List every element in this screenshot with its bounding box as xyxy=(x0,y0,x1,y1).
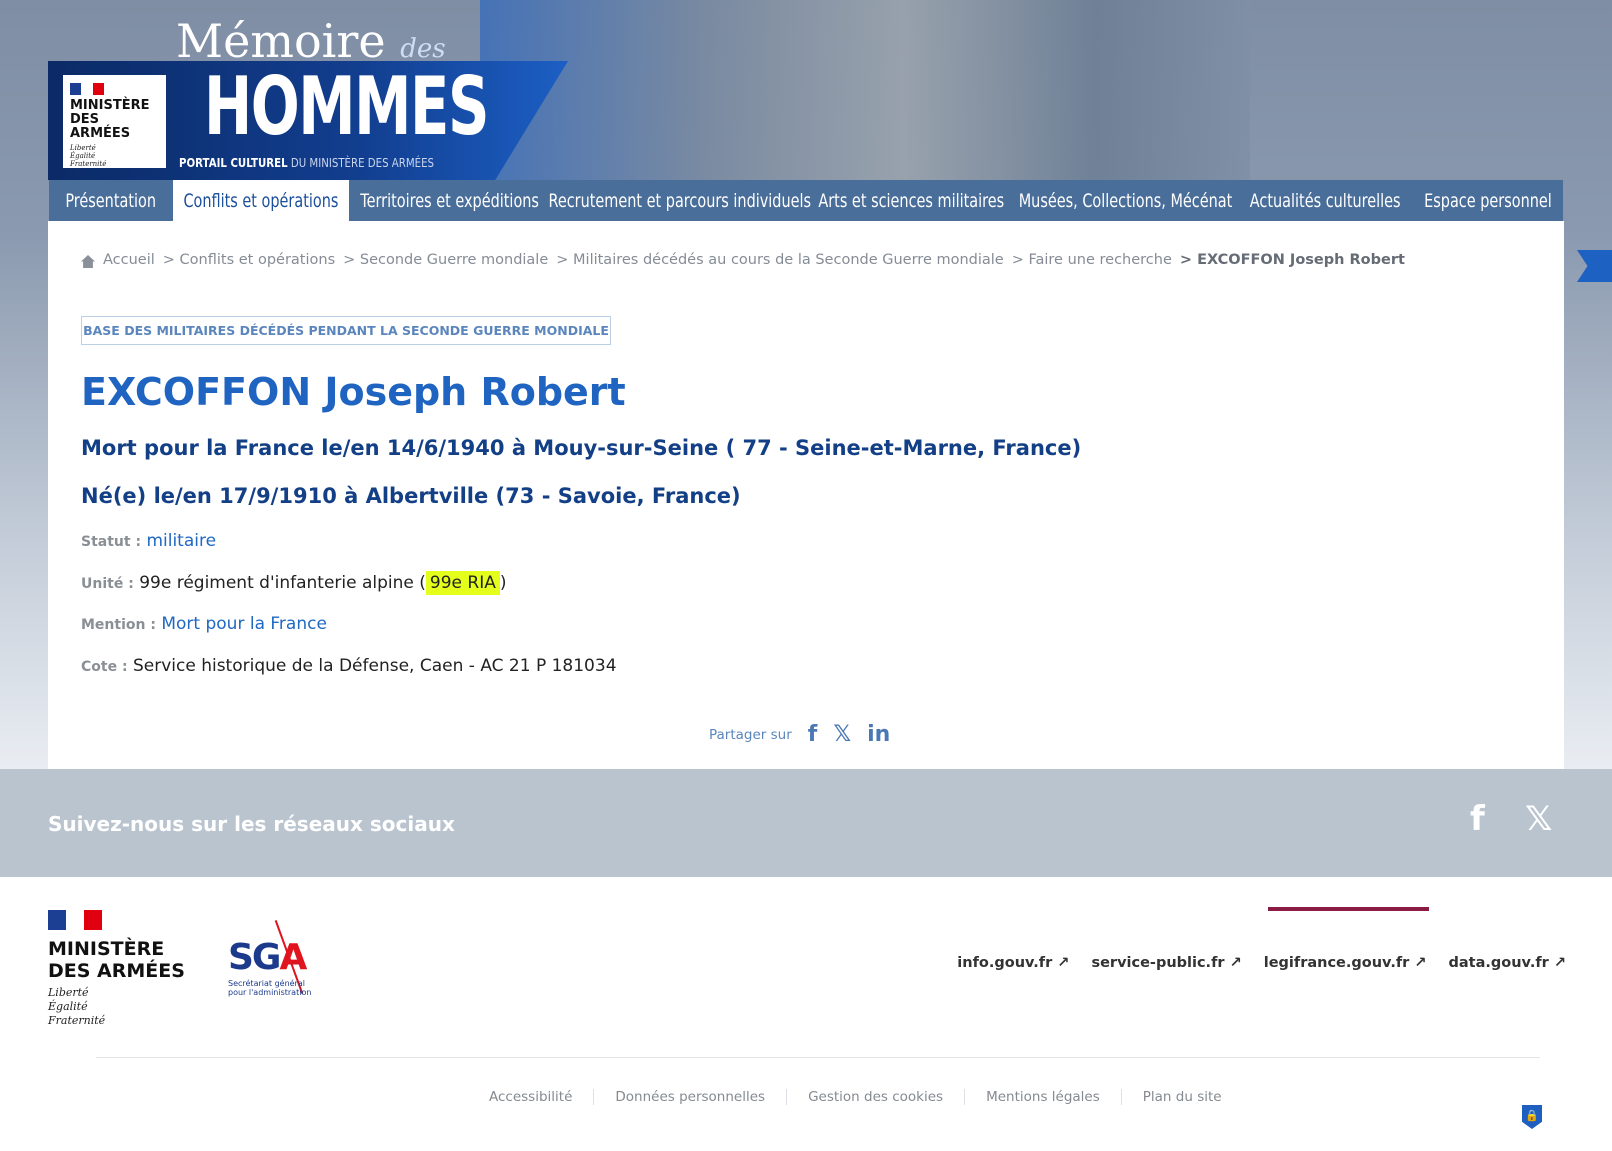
link-accessibilite[interactable]: Accessibilité xyxy=(468,1089,593,1105)
death-info: Mort pour la France le/en 14/6/1940 à Mo… xyxy=(81,436,1082,460)
footer-facebook-icon[interactable]: f xyxy=(1470,799,1485,839)
link-data-gouv[interactable]: data.gouv.fr ↗ xyxy=(1449,955,1567,971)
french-flag-icon xyxy=(48,910,102,930)
nav-presentation[interactable]: Présentation xyxy=(49,180,173,221)
nav-territoires[interactable]: Territoires et expéditions xyxy=(349,180,550,221)
link-service-public[interactable]: service-public.fr ↗ xyxy=(1091,955,1241,971)
breadcrumb-conflits[interactable]: > Conflits et opérations xyxy=(163,252,335,268)
tagline: PORTAIL CULTUREL DU MINISTÈRE DES ARMÉES xyxy=(179,156,435,170)
nav-musees[interactable]: Musées, Collections, Mécénat xyxy=(1013,180,1237,221)
link-legifrance[interactable]: legifrance.gouv.fr ↗ xyxy=(1264,955,1427,971)
ministry-name: MINISTÈRE DES ARMÉES xyxy=(70,98,150,141)
external-links: info.gouv.fr ↗ service-public.fr ↗ legif… xyxy=(957,955,1566,971)
link-cookies[interactable]: Gestion des cookies xyxy=(786,1089,964,1105)
facebook-icon[interactable]: f xyxy=(808,722,818,747)
birth-info: Né(e) le/en 17/9/1910 à Albertville (73 … xyxy=(81,484,741,508)
share-label: Partager sur xyxy=(709,726,792,743)
nav-arts[interactable]: Arts et sciences militaires xyxy=(810,180,1013,221)
header-photo xyxy=(480,0,1250,180)
breadcrumb-militaires[interactable]: > Militaires décédés au cours de la Seco… xyxy=(556,252,1003,268)
breadcrumb-current: > EXCOFFON Joseph Robert xyxy=(1179,252,1405,268)
footer-accent-line xyxy=(1268,907,1429,911)
share-bar: Partager sur f 𝕏 in xyxy=(709,722,890,747)
footer-bottom-links: Accessibilité Données personnelles Gesti… xyxy=(468,1089,1243,1105)
sga-logo[interactable]: SGA Secrétariat général pour l'administra… xyxy=(228,937,311,997)
link-plan[interactable]: Plan du site xyxy=(1120,1089,1243,1105)
nav-conflits[interactable]: Conflits et opérations xyxy=(173,180,349,221)
link-info-gouv[interactable]: info.gouv.fr ↗ xyxy=(957,955,1069,971)
footer-x-icon[interactable]: 𝕏 xyxy=(1525,799,1552,839)
link-donnees[interactable]: Données personnelles xyxy=(593,1089,786,1105)
statut-row: Statut : militaire xyxy=(81,531,217,551)
mention-link[interactable]: Mort pour la France xyxy=(161,614,327,634)
french-flag-icon xyxy=(70,83,104,95)
home-icon[interactable] xyxy=(81,255,95,268)
ministry-logo[interactable]: MINISTÈRE DES ARMÉES Liberté Égalité Frate… xyxy=(63,75,166,168)
nav-recrutement[interactable]: Recrutement et parcours individuels xyxy=(549,180,812,221)
link-mentions[interactable]: Mentions légales xyxy=(964,1089,1121,1105)
breadcrumb-recherche[interactable]: > Faire une recherche xyxy=(1012,252,1172,268)
person-name: EXCOFFON Joseph Robert xyxy=(81,370,626,414)
linkedin-icon[interactable]: in xyxy=(867,722,890,747)
nav-espace-personnel[interactable]: Espace personnel xyxy=(1413,180,1563,221)
unit-abbr-highlight: 99e RIA xyxy=(425,571,500,595)
nav-actualites[interactable]: Actualités culturelles xyxy=(1237,180,1413,221)
breadcrumb: Accueil > Conflits et opérations > Secon… xyxy=(81,252,1405,268)
x-icon[interactable]: 𝕏 xyxy=(833,722,851,747)
cookie-lock-icon[interactable]: 🔒 xyxy=(1522,1105,1542,1129)
statut-link[interactable]: militaire xyxy=(146,531,216,551)
social-band: Suivez-nous sur les réseaux sociaux f 𝕏 xyxy=(0,769,1612,877)
unite-row: Unité : 99e régiment d'infanterie alpine… xyxy=(81,571,507,595)
footer-ministry-logo[interactable]: MINISTÈRE DES ARMÉES Liberté Égalité Frater… xyxy=(48,910,185,1028)
site-title-hommes[interactable]: HOMMES xyxy=(204,62,489,152)
mention-row: Mention : Mort pour la France xyxy=(81,614,327,634)
social-title: Suivez-nous sur les réseaux sociaux xyxy=(48,812,455,836)
breadcrumb-sgm[interactable]: > Seconde Guerre mondiale xyxy=(343,252,548,268)
cote-row: Cote : Service historique de la Défense,… xyxy=(81,656,617,676)
main-nav: Présentation Conflits et opérations Terr… xyxy=(49,180,1563,221)
breadcrumb-home[interactable]: Accueil xyxy=(103,252,155,268)
footer-divider xyxy=(96,1057,1540,1058)
motto: Liberté Égalité Fraternité xyxy=(70,144,107,168)
database-badge: BASE DES MILITAIRES DÉCÉDÉS PENDANT LA S… xyxy=(81,316,611,345)
